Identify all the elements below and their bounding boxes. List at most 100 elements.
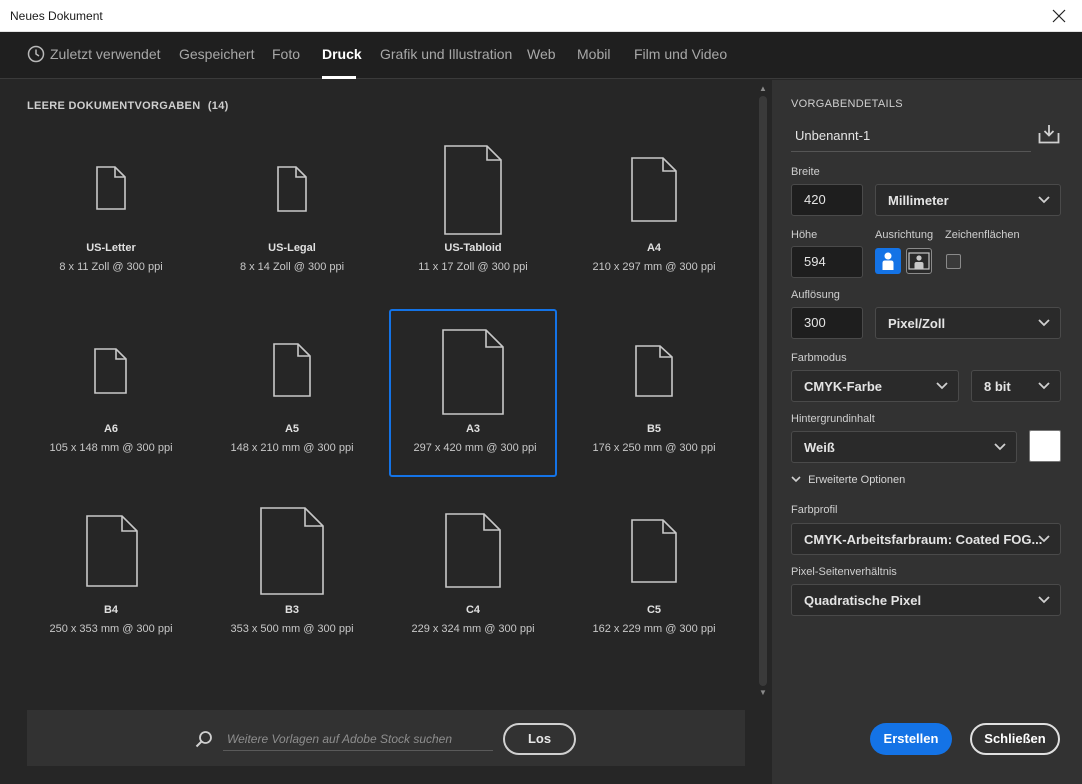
document-icon: [445, 513, 501, 588]
orientation-landscape-button[interactable]: [906, 248, 932, 274]
preset-dimensions: 8 x 14 Zoll @ 300 ppi: [239, 261, 345, 273]
document-icon: [260, 507, 324, 595]
portrait-person-icon: [882, 252, 894, 270]
tab-print[interactable]: Druck: [322, 46, 362, 62]
preset-a4[interactable]: A4 210 x 297 mm @ 300 ppi: [570, 130, 738, 298]
width-unit-value: Millimeter: [888, 193, 949, 208]
preset-us-legal[interactable]: US-Legal 8 x 14 Zoll @ 300 ppi: [208, 130, 376, 298]
stock-search-bar: Los: [27, 710, 745, 766]
pixel-aspect-label: Pixel-Seitenverhältnis: [791, 566, 897, 578]
color-profile-value: CMYK-Arbeitsfarbraum: Coated FOG...: [804, 532, 1043, 547]
tab-photo[interactable]: Foto: [272, 46, 300, 62]
preset-dimensions: 229 x 324 mm @ 300 ppi: [411, 623, 535, 635]
advanced-options-label: Erweiterte Optionen: [808, 474, 906, 486]
preset-b3[interactable]: B3 353 x 500 mm @ 300 ppi: [208, 492, 376, 660]
preset-name: US-Legal: [268, 242, 316, 254]
search-icon: [195, 731, 212, 748]
preset-scrollbar[interactable]: ▲ ▼: [756, 82, 770, 702]
height-input[interactable]: 594: [791, 246, 863, 278]
artboards-checkbox[interactable]: [946, 254, 961, 269]
preset-b4[interactable]: B4 250 x 353 mm @ 300 ppi: [27, 492, 195, 660]
preset-a6[interactable]: A6 105 x 148 mm @ 300 ppi: [27, 311, 195, 479]
artboards-label: Zeichenflächen: [945, 229, 1020, 241]
background-color-swatch[interactable]: [1029, 430, 1061, 462]
color-mode-select[interactable]: CMYK-Farbe: [791, 370, 959, 402]
width-unit-select[interactable]: Millimeter: [875, 184, 1061, 216]
preset-name: C4: [465, 604, 481, 616]
preset-name: US-Letter: [86, 242, 136, 254]
landscape-person-icon: [908, 252, 930, 270]
close-button[interactable]: Schließen: [970, 723, 1060, 755]
preset-dimensions: 162 x 229 mm @ 300 ppi: [592, 623, 716, 635]
preset-dimensions: 297 x 420 mm @ 300 ppi: [413, 442, 537, 454]
tab-saved[interactable]: Gespeichert: [179, 46, 254, 62]
section-title-label: LEERE DOKUMENTVORGABEN: [27, 100, 201, 112]
create-button[interactable]: Erstellen: [870, 723, 952, 755]
width-input[interactable]: 420: [791, 184, 863, 216]
document-icon: [635, 345, 673, 397]
resolution-label: Auflösung: [791, 289, 840, 301]
window-close-button[interactable]: [1036, 0, 1082, 32]
chevron-down-icon: [994, 443, 1006, 451]
details-heading: VORGABENDETAILS: [791, 98, 903, 110]
chevron-down-icon: [1038, 196, 1050, 204]
resolution-input[interactable]: 300: [791, 307, 863, 339]
preset-name: C5: [646, 604, 662, 616]
stock-search-input[interactable]: [223, 727, 493, 751]
width-label: Breite: [791, 166, 820, 178]
tab-film-video[interactable]: Film und Video: [634, 46, 727, 62]
preset-c5[interactable]: C5 162 x 229 mm @ 300 ppi: [570, 492, 738, 660]
tab-mobile[interactable]: Mobil: [577, 46, 610, 62]
tab-graphics[interactable]: Grafik und Illustration: [380, 46, 512, 62]
preset-dimensions: 176 x 250 mm @ 300 ppi: [592, 442, 716, 454]
bit-depth-select[interactable]: 8 bit: [971, 370, 1061, 402]
bit-depth-value: 8 bit: [984, 379, 1011, 394]
document-icon: [277, 166, 307, 212]
preset-us-tabloid[interactable]: US-Tabloid 11 x 17 Zoll @ 300 ppi: [389, 130, 557, 298]
document-icon: [444, 145, 502, 235]
close-icon: [1052, 9, 1066, 23]
preset-c4[interactable]: C4 229 x 324 mm @ 300 ppi: [389, 492, 557, 660]
document-icon: [442, 329, 504, 415]
preset-name: B4: [103, 604, 119, 616]
title-bar: Neues Dokument: [0, 0, 1082, 32]
chevron-down-icon: [1038, 319, 1050, 327]
color-profile-label: Farbprofil: [791, 504, 838, 516]
color-profile-select[interactable]: CMYK-Arbeitsfarbraum: Coated FOG...: [791, 523, 1061, 555]
preset-b5[interactable]: B5 176 x 250 mm @ 300 ppi: [570, 311, 738, 479]
preset-name: A6: [103, 423, 119, 435]
section-title: LEERE DOKUMENTVORGABEN (14): [27, 100, 229, 112]
tab-recent[interactable]: Zuletzt verwendet: [50, 46, 161, 62]
preset-name: B3: [284, 604, 300, 616]
tab-web[interactable]: Web: [527, 46, 556, 62]
resolution-unit-select[interactable]: Pixel/Zoll: [875, 307, 1061, 339]
document-icon: [631, 157, 677, 222]
preset-us-letter[interactable]: US-Letter 8 x 11 Zoll @ 300 ppi: [27, 130, 195, 298]
scroll-down-icon[interactable]: ▼: [758, 688, 768, 698]
preset-details-panel: VORGABENDETAILS Unbenannt-1 Breite 420 M…: [772, 80, 1082, 784]
background-value: Weiß: [804, 440, 835, 455]
preset-dimensions: 250 x 353 mm @ 300 ppi: [49, 623, 173, 635]
pixel-aspect-select[interactable]: Quadratische Pixel: [791, 584, 1061, 616]
preset-browser: LEERE DOKUMENTVORGABEN (14) ▲ ▼ US-Lette…: [0, 80, 772, 784]
preset-a3[interactable]: A3 297 x 420 mm @ 300 ppi: [389, 309, 557, 477]
preset-a5[interactable]: A5 148 x 210 mm @ 300 ppi: [208, 311, 376, 479]
advanced-options-toggle[interactable]: Erweiterte Optionen: [791, 474, 905, 486]
background-label: Hintergrundinhalt: [791, 413, 875, 425]
preset-dimensions: 353 x 500 mm @ 300 ppi: [230, 623, 354, 635]
scroll-up-icon[interactable]: ▲: [758, 84, 768, 94]
search-go-button[interactable]: Los: [503, 723, 576, 755]
clock-icon: [27, 45, 45, 63]
document-name-field[interactable]: Unbenannt-1: [791, 120, 1031, 152]
orientation-portrait-button[interactable]: [875, 248, 901, 274]
document-icon: [96, 166, 126, 210]
chevron-down-icon: [1038, 382, 1050, 390]
background-select[interactable]: Weiß: [791, 431, 1017, 463]
preset-name: A5: [284, 423, 300, 435]
chevron-down-icon: [936, 382, 948, 390]
save-preset-icon[interactable]: [1038, 124, 1060, 144]
category-tab-bar: Zuletzt verwendet Gespeichert Foto Druck…: [0, 32, 1082, 79]
preset-dimensions: 148 x 210 mm @ 300 ppi: [230, 442, 354, 454]
document-icon: [631, 519, 677, 583]
scroll-thumb[interactable]: [759, 96, 767, 686]
